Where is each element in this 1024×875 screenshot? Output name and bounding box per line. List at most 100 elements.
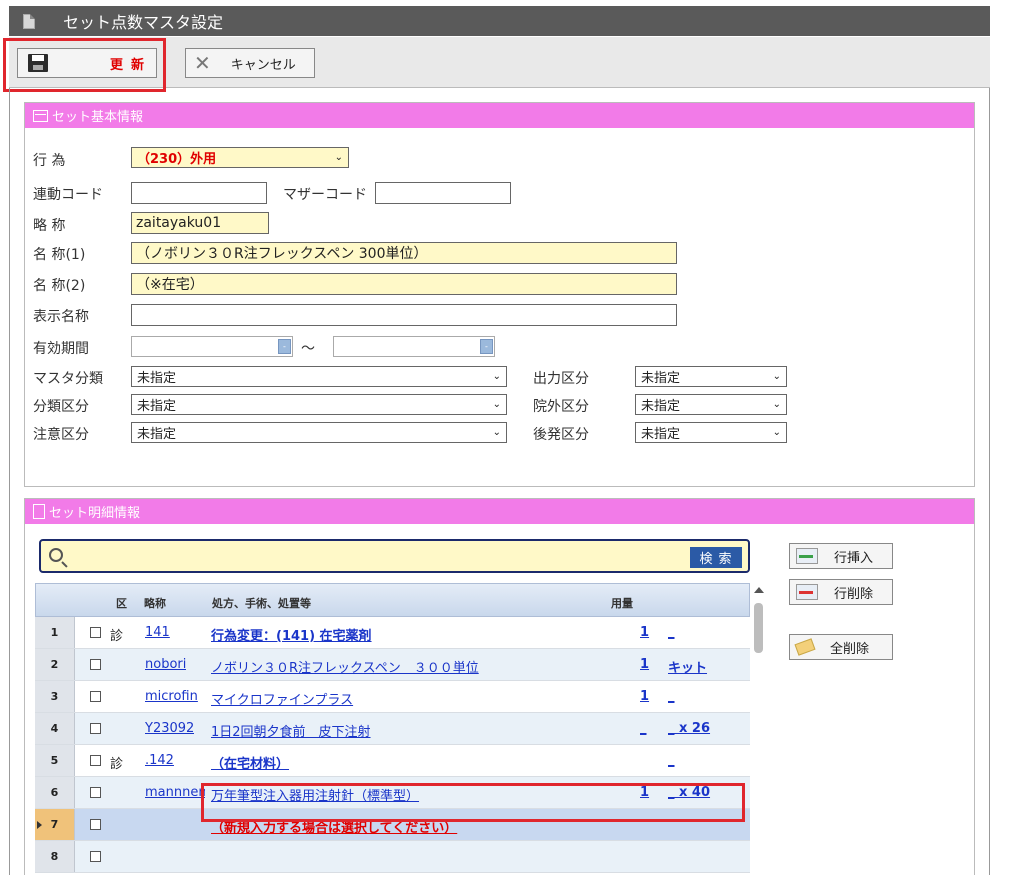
row-checkbox[interactable] (90, 723, 101, 734)
row-quantity-link[interactable]: 1 (640, 625, 649, 640)
row-description-link[interactable]: （新規入力する場合は選択してください） (211, 817, 457, 836)
table-row[interactable]: 5 診 .142 （在宅材料） _ (35, 745, 750, 777)
caution-select[interactable]: 未指定 ⌄ (131, 422, 507, 443)
search-bar[interactable]: 検索 (39, 539, 750, 573)
row-unit-link[interactable]: _ (668, 753, 675, 768)
valid-to-field[interactable]: - (333, 336, 495, 357)
name2-field[interactable]: （※在宅） (131, 273, 677, 295)
name1-field[interactable]: （ノボリン３０R注フレックスペン 300単位） (131, 242, 677, 264)
row-number[interactable]: 8 (35, 841, 75, 872)
grid-header: 区 略称 処方、手術、処置等 用量 (35, 583, 750, 617)
col-qty: 用量 (611, 597, 633, 610)
row-number-text: 8 (50, 850, 59, 863)
row-quantity-link[interactable]: _ (640, 721, 647, 736)
row-quantity-link[interactable]: 1 (640, 657, 649, 672)
name2-label: 名 称(2) (33, 278, 86, 294)
grid-scrollbar[interactable] (752, 583, 766, 863)
search-button[interactable]: 検索 (690, 547, 742, 568)
row-code-link[interactable]: nobori (145, 657, 186, 672)
table-row[interactable]: 7 （新規入力する場合は選択してください） (35, 809, 750, 841)
detail-panel: セット明細情報 検索 行挿入 行削除 全削除 区 略称 処方、手術、処置等 用量… (24, 498, 975, 875)
chevron-down-icon: ⌄ (492, 427, 501, 438)
cancel-button[interactable]: ✕ キャンセル (185, 48, 315, 78)
row-code-link[interactable]: Y23092 (145, 721, 194, 736)
row-code-link[interactable]: 141 (145, 625, 170, 640)
row-unit-link[interactable]: _ (668, 689, 675, 704)
act-select[interactable]: （230）外用 ⌄ (131, 147, 349, 168)
row-checkbox[interactable] (90, 787, 101, 798)
outside-select[interactable]: 未指定 ⌄ (635, 394, 787, 415)
row-unit-link[interactable]: キット (668, 657, 707, 676)
row-unit-link[interactable]: _ x 26 (668, 721, 710, 736)
master-class-select[interactable]: 未指定 ⌄ (131, 366, 507, 387)
table-row[interactable]: 1 診 141 行為変更：(141) 在宅薬剤 1 _ (35, 617, 750, 649)
table-row[interactable]: 6 mannnen 万年筆型注入器用注射針（標準型） 1 _ x 40 (35, 777, 750, 809)
row-unit-link[interactable]: _ (668, 625, 675, 640)
row-number[interactable]: 6 (35, 777, 75, 808)
clear-all-button[interactable]: 全削除 (789, 634, 893, 660)
table-row[interactable]: 2 nobori ノボリン３０R注フレックスペン ３００単位 1 キット (35, 649, 750, 681)
row-unit-link[interactable]: _ x 40 (668, 785, 710, 800)
abbr-field[interactable]: zaitayaku01 (131, 212, 269, 234)
row-number[interactable]: 4 (35, 713, 75, 744)
calendar-button[interactable]: - (278, 339, 291, 354)
row-description-link[interactable]: ノボリン３０R注フレックスペン ３００単位 (211, 657, 479, 676)
row-code-link[interactable]: microfin (145, 689, 198, 704)
chevron-down-icon: ⌄ (334, 152, 343, 163)
row-checkbox[interactable] (90, 691, 101, 702)
display-name-field[interactable] (131, 304, 677, 326)
calendar-button[interactable]: - (480, 339, 493, 354)
cancel-button-label: キャンセル (230, 57, 296, 73)
master-class-value: 未指定 (137, 371, 177, 386)
row-quantity-link[interactable]: 1 (640, 785, 649, 800)
row-number-text: 6 (50, 786, 59, 799)
row-number[interactable]: 5 (35, 745, 75, 776)
row-checkbox[interactable] (90, 659, 101, 670)
row-description-link[interactable]: 行為変更：(141) 在宅薬剤 (211, 625, 372, 644)
row-quantity-link[interactable]: 1 (640, 689, 649, 704)
row-checkbox[interactable] (90, 627, 101, 638)
card-icon (33, 109, 48, 122)
save-button[interactable]: 更新 (17, 48, 157, 78)
table-row[interactable]: 8 (35, 841, 750, 873)
class-div-select[interactable]: 未指定 ⌄ (131, 394, 507, 415)
row-number-text: 1 (50, 626, 59, 639)
name1-label: 名 称(1) (33, 247, 86, 263)
row-checkbox[interactable] (90, 851, 101, 862)
row-checkbox[interactable] (90, 819, 101, 830)
chevron-down-icon: ⌄ (772, 427, 781, 438)
generic-select[interactable]: 未指定 ⌄ (635, 422, 787, 443)
row-description-link[interactable]: （在宅材料） (211, 753, 289, 772)
row-checkbox[interactable] (90, 755, 101, 766)
row-number[interactable]: 7 (35, 809, 75, 840)
row-description-link[interactable]: 万年筆型注入器用注射針（標準型） (211, 785, 419, 804)
output-select[interactable]: 未指定 ⌄ (635, 366, 787, 387)
col-ku: 区 (116, 597, 127, 610)
search-icon (49, 548, 63, 562)
toolbar: 更新 ✕ キャンセル (9, 37, 990, 88)
scroll-up-icon[interactable] (754, 587, 764, 593)
row-number-text: 5 (50, 754, 59, 767)
output-value: 未指定 (641, 371, 681, 386)
caution-label: 注意区分 (33, 427, 89, 443)
scroll-thumb[interactable] (754, 603, 763, 653)
link-code-field[interactable] (131, 182, 267, 204)
row-description-link[interactable]: マイクロファインプラス (211, 689, 353, 708)
row-code-link[interactable]: mannnen (145, 785, 205, 800)
table-row[interactable]: 4 Y23092 1日2回朝夕食前 皮下注射 _ _ x 26 (35, 713, 750, 745)
delete-row-button[interactable]: 行削除 (789, 579, 893, 605)
row-number[interactable]: 3 (35, 681, 75, 712)
valid-from-field[interactable]: - (131, 336, 293, 357)
row-code-link[interactable]: .142 (145, 753, 174, 768)
row-number[interactable]: 1 (35, 617, 75, 648)
detail-grid: 区 略称 処方、手術、処置等 用量 1 診 141 行為変更：(141) 在宅薬剤 1 _… (35, 583, 750, 873)
grid-rows: 1 診 141 行為変更：(141) 在宅薬剤 1 _ 2 nobori ノボリン３０R注フレッ… (35, 617, 750, 873)
delete-row-label: 行削除 (834, 586, 874, 602)
col-desc: 処方、手術、処置等 (212, 597, 311, 610)
row-number[interactable]: 2 (35, 649, 75, 680)
insert-row-button[interactable]: 行挿入 (789, 543, 893, 569)
save-button-label: 更新 (110, 57, 153, 73)
table-row[interactable]: 3 microfin マイクロファインプラス 1 _ (35, 681, 750, 713)
mother-code-field[interactable] (375, 182, 511, 204)
row-description-link[interactable]: 1日2回朝夕食前 皮下注射 (211, 721, 371, 740)
